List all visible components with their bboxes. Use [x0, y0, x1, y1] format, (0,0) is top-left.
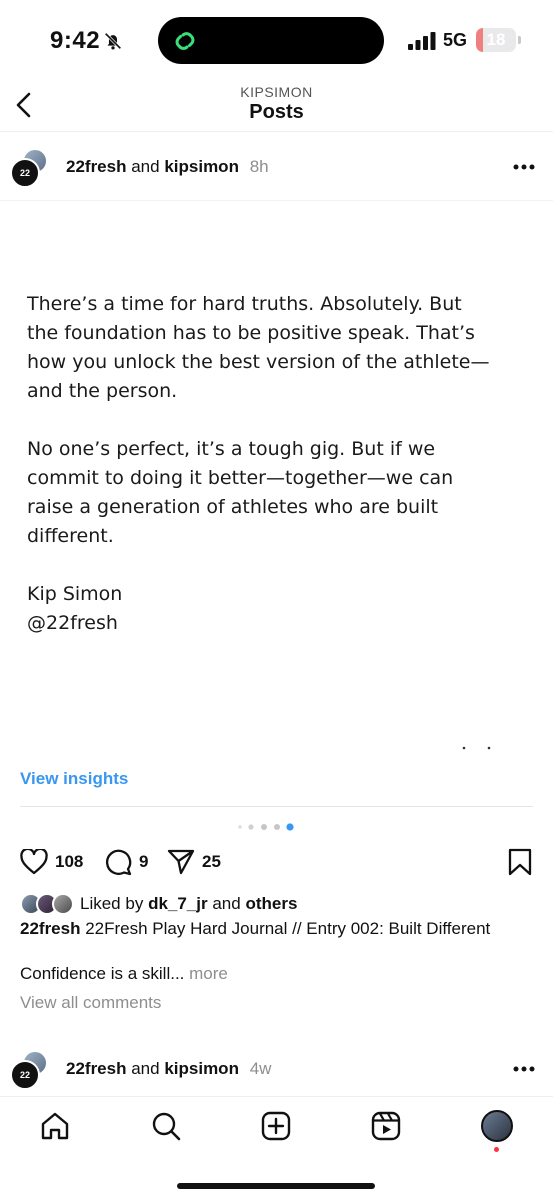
- liked-by-and: and: [212, 894, 241, 913]
- heart-icon: [20, 849, 48, 875]
- caption-user[interactable]: 22fresh: [20, 919, 80, 938]
- post-paragraph: No one’s perfect, it’s a tough gig. But …: [27, 438, 454, 547]
- create-icon[interactable]: [261, 1111, 291, 1141]
- post-text-slide[interactable]: There’s a time for hard truths. Absolute…: [27, 290, 527, 638]
- post-header: 22 22fresh and kipsimon 4w: [0, 1042, 553, 1098]
- author-connector: and: [131, 1059, 160, 1078]
- decorative-dots: [462, 746, 491, 750]
- liker-avatars: [20, 893, 76, 915]
- caption-text: 22Fresh Play Hard Journal // Entry 002: …: [80, 919, 491, 938]
- dynamic-island[interactable]: [158, 17, 384, 64]
- author-link[interactable]: 22fresh: [66, 157, 126, 176]
- post-signature: Kip Simon @22fresh: [27, 583, 123, 634]
- author-link[interactable]: kipsimon: [164, 1059, 239, 1078]
- post-header: 22 22fresh and kipsimon 8h: [0, 140, 553, 196]
- bookmark-icon[interactable]: [507, 848, 533, 876]
- view-all-comments-link[interactable]: View all comments: [20, 993, 161, 1013]
- author-connector: and: [131, 157, 160, 176]
- comment-bubble-icon: [106, 849, 132, 876]
- avatar: [52, 893, 74, 915]
- more-link[interactable]: more: [189, 964, 228, 983]
- like-count: 108: [55, 852, 84, 871]
- liked-by-row[interactable]: Liked by dk_7_jr and others: [20, 892, 297, 916]
- caption-preview: Confidence is a skill...: [20, 964, 185, 983]
- network-type: 5G: [443, 30, 468, 50]
- bell-slash-icon: [104, 32, 122, 50]
- view-insights-link[interactable]: View insights: [20, 769, 128, 789]
- share-count: 25: [202, 852, 221, 871]
- profile-avatar[interactable]: [481, 1110, 513, 1142]
- search-icon[interactable]: [151, 1111, 181, 1141]
- avatar: 22: [10, 158, 40, 188]
- like-button[interactable]: 108: [20, 848, 83, 876]
- notification-dot: [494, 1147, 499, 1152]
- link-activity-icon: [175, 32, 195, 50]
- header-username: KIPSIMON: [240, 84, 313, 100]
- divider: [20, 806, 533, 807]
- avatar: 22: [10, 1060, 40, 1090]
- comment-count: 9: [139, 852, 149, 871]
- post-actions: 108 9 25: [0, 842, 553, 882]
- tab-bar: [0, 1096, 553, 1156]
- more-options-icon[interactable]: [513, 1066, 535, 1072]
- nav-header: KIPSIMON Posts: [0, 80, 553, 132]
- collab-avatars[interactable]: 22: [10, 148, 50, 188]
- home-icon[interactable]: [40, 1111, 70, 1141]
- battery-cap: [518, 36, 521, 44]
- collab-avatars[interactable]: 22: [10, 1050, 50, 1090]
- post-paragraph: There’s a time for hard truths. Absolute…: [27, 293, 490, 402]
- post-caption: 22fresh 22Fresh Play Hard Journal // Ent…: [20, 919, 490, 939]
- reels-icon[interactable]: [371, 1111, 401, 1141]
- author-link[interactable]: 22fresh: [66, 1059, 126, 1078]
- post-time: 8h: [249, 157, 269, 176]
- comment-button[interactable]: 9: [104, 848, 148, 876]
- page-title: Posts: [249, 101, 304, 123]
- signal-bars-icon: [408, 32, 436, 50]
- author-link[interactable]: kipsimon: [164, 157, 239, 176]
- home-indicator[interactable]: [177, 1183, 375, 1189]
- paper-plane-icon: [167, 849, 195, 875]
- liked-by-prefix: Liked by: [80, 894, 144, 913]
- divider: [0, 200, 553, 201]
- post-time: 4w: [249, 1059, 272, 1078]
- status-time: 9:42: [50, 27, 101, 54]
- post-authors: 22fresh and kipsimon 4w: [66, 1059, 271, 1079]
- battery-level: 18: [486, 30, 506, 49]
- battery-icon: 18: [476, 28, 516, 52]
- share-button[interactable]: 25: [167, 848, 221, 876]
- more-options-icon[interactable]: [513, 164, 535, 170]
- carousel-indicator: [238, 823, 294, 831]
- status-bar: 9:42 5G 18: [0, 0, 553, 80]
- post-authors: 22fresh and kipsimon 8h: [66, 157, 269, 177]
- liked-by-others[interactable]: others: [245, 894, 297, 914]
- liked-by-user[interactable]: dk_7_jr: [148, 894, 208, 914]
- caption-line: Confidence is a skill... more: [20, 964, 228, 984]
